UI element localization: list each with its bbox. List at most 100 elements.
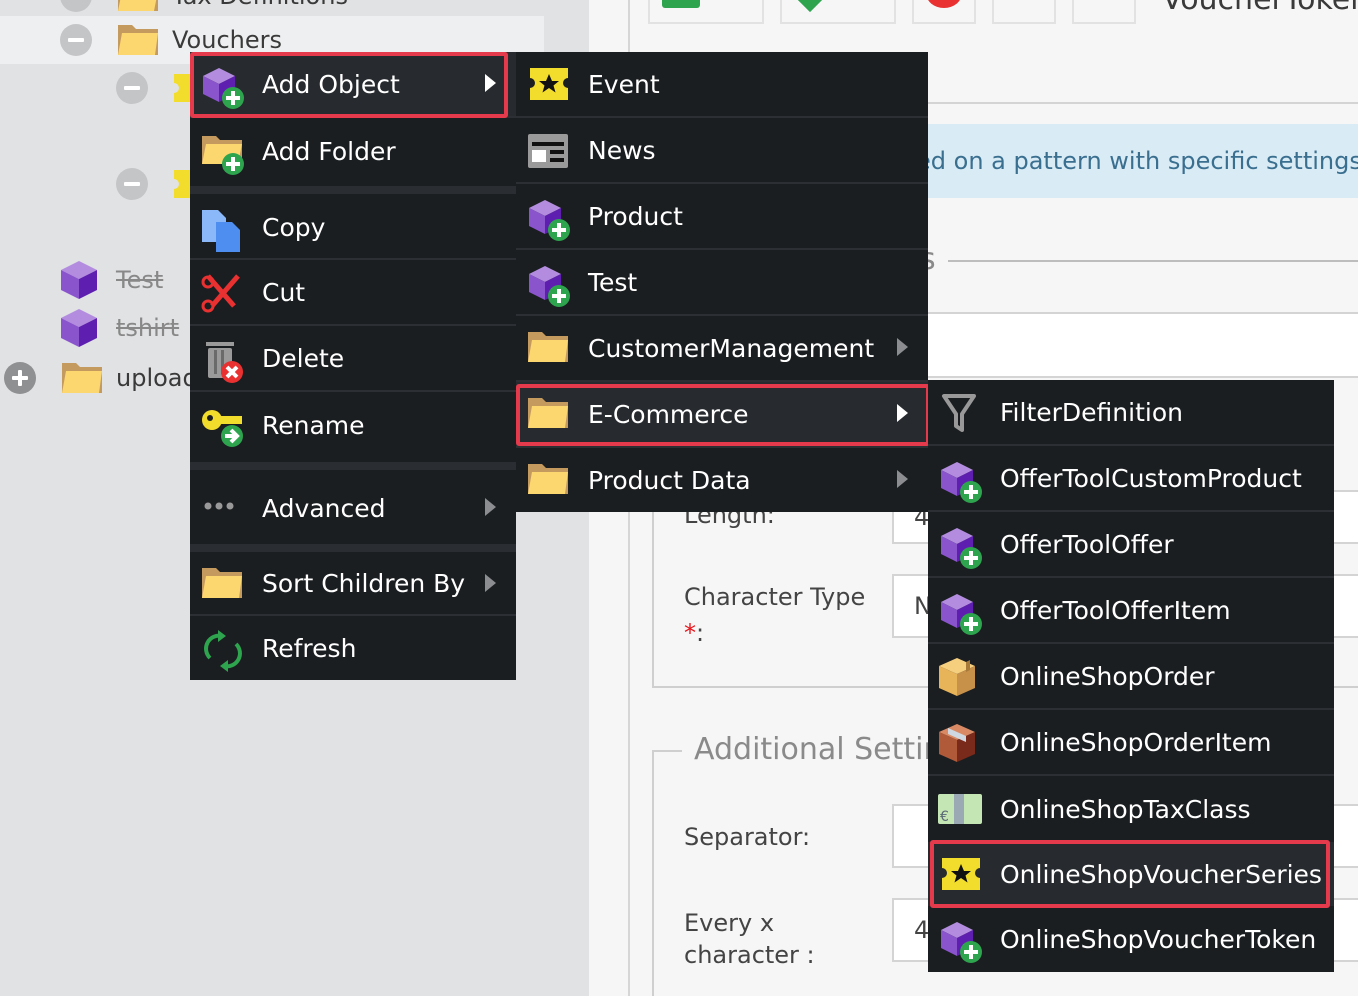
toolbar-save-button[interactable]	[780, 0, 896, 24]
toolbar-delete-button[interactable]	[912, 0, 976, 24]
input-row[interactable]	[892, 312, 1358, 378]
submenu-arrow-icon	[485, 574, 496, 592]
menu-item-label: Add Folder	[262, 136, 396, 166]
menu-item-label: OnlineShopVoucherSeries	[1000, 859, 1322, 889]
check-icon	[795, 0, 825, 13]
collapse-icon[interactable]	[116, 72, 148, 104]
collapse-icon[interactable]	[116, 168, 148, 200]
collapse-icon[interactable]	[60, 24, 92, 56]
menu-item-delete[interactable]: Delete	[190, 326, 516, 392]
submenu-arrow-icon	[897, 338, 908, 356]
fieldset-border	[652, 750, 654, 996]
fieldset-border	[652, 750, 682, 752]
menu-item-online-shop-voucher-series[interactable]: OnlineShopVoucherSeries	[928, 842, 1334, 906]
tree-item-upload[interactable]: upload	[4, 360, 198, 396]
toolbar-button-5[interactable]	[1072, 0, 1136, 24]
menu-item-customer-management[interactable]: CustomerManagement	[516, 316, 928, 382]
menu-item-event[interactable]: Event	[516, 52, 928, 118]
menu-item-rename[interactable]: Rename	[190, 392, 516, 458]
menu-item-label: Advanced	[262, 493, 386, 523]
toolbar-button-4[interactable]	[992, 0, 1056, 24]
add-object-icon	[200, 64, 246, 109]
character-type-label-2: *:	[684, 616, 704, 650]
folder-icon	[60, 361, 104, 395]
package-icon	[938, 656, 984, 700]
add-object-icon	[938, 524, 984, 569]
folder-icon	[526, 460, 572, 504]
panel-title: VoucherToken	[1162, 0, 1358, 17]
character-type-label: Character Type	[684, 583, 866, 611]
news-icon	[526, 130, 572, 174]
submenu-arrow-icon	[897, 470, 908, 488]
separator-label: Separator:	[684, 823, 811, 851]
menu-item-refresh[interactable]: Refresh	[190, 616, 516, 680]
menu-item-product[interactable]: Product	[516, 184, 928, 250]
label-colon: :	[696, 619, 705, 647]
menu-item-add-object[interactable]: Add Object	[190, 52, 516, 118]
menu-item-label: Delete	[262, 343, 345, 373]
menu-item-label: Product Data	[588, 465, 751, 495]
menu-item-label: OnlineShopOrderItem	[1000, 727, 1272, 757]
submenu-arrow-icon	[485, 498, 496, 516]
folder-icon	[526, 328, 572, 372]
add-object-icon	[526, 196, 572, 241]
tree-item-label: Tax Definitions	[172, 0, 348, 10]
menu-item-label: Sort Children By	[262, 568, 466, 598]
menu-item-label: Add Object	[262, 69, 400, 99]
menu-item-label: FilterDefinition	[1000, 397, 1183, 427]
menu-item-label: Test	[588, 267, 638, 297]
menu-item-sort-children[interactable]: Sort Children By	[190, 552, 516, 616]
folder-icon	[200, 564, 246, 608]
menu-separator	[190, 544, 516, 552]
info-banner-text: ed on a pattern with specific settings	[916, 147, 1358, 175]
required-marker: *	[684, 619, 696, 647]
menu-item-filter-definition[interactable]: FilterDefinition	[928, 380, 1334, 446]
submenu-arrow-icon	[485, 74, 496, 92]
menu-item-advanced[interactable]: Advanced	[190, 472, 516, 544]
menu-item-offer-tool-offer[interactable]: OfferToolOffer	[928, 512, 1334, 578]
tree-item-label: upload	[116, 364, 198, 392]
tree-item-tax-definitions[interactable]: Tax Definitions	[60, 0, 348, 14]
menu-item-online-shop-tax-class[interactable]: € OnlineShopTaxClass	[928, 776, 1334, 842]
menu-item-news[interactable]: News	[516, 118, 928, 184]
menu-item-label: News	[588, 135, 656, 165]
voucher-icon	[938, 854, 984, 898]
menu-item-label: Refresh	[262, 633, 357, 663]
expand-icon[interactable]	[4, 362, 36, 394]
add-object-icon	[938, 918, 984, 963]
menu-item-product-data[interactable]: Product Data	[516, 448, 928, 512]
menu-item-offer-tool-custom-product[interactable]: OfferToolCustomProduct	[928, 446, 1334, 512]
menu-item-offer-tool-offer-item[interactable]: OfferToolOfferItem	[928, 578, 1334, 644]
folder-icon	[526, 394, 572, 438]
add-icon	[662, 0, 700, 8]
add-object-icon	[526, 262, 572, 307]
menu-item-label: Copy	[262, 212, 326, 242]
menu-separator	[190, 462, 516, 470]
tree-item-test[interactable]: Test	[60, 261, 163, 299]
menu-item-add-folder[interactable]: Add Folder	[190, 118, 516, 184]
menu-item-e-commerce[interactable]: E-Commerce	[516, 382, 928, 448]
section-divider	[948, 260, 1358, 262]
fieldset-border	[652, 500, 654, 688]
add-object-icon	[938, 590, 984, 635]
menu-item-label: OnlineShopVoucherToken	[1000, 924, 1317, 954]
menu-item-label: Rename	[262, 410, 365, 440]
menu-item-online-shop-order[interactable]: OnlineShopOrder	[928, 644, 1334, 710]
context-menu: Add Object Add Folder Copy Cut Delete Re…	[190, 52, 516, 680]
menu-item-cut[interactable]: Cut	[190, 260, 516, 326]
menu-item-online-shop-order-item[interactable]: OnlineShopOrderItem	[928, 710, 1334, 776]
tree-item-tshirt[interactable]: tshirt	[60, 309, 179, 347]
toolbar-add-button[interactable]	[648, 0, 764, 24]
menu-item-copy[interactable]: Copy	[190, 196, 516, 260]
every-x-label-2: character :	[684, 941, 815, 969]
menu-item-label: OnlineShopOrder	[1000, 661, 1215, 691]
menu-item-label: Cut	[262, 277, 306, 307]
menu-item-online-shop-voucher-token[interactable]: OnlineShopVoucherToken	[928, 906, 1334, 972]
copy-icon	[200, 208, 246, 252]
collapse-icon[interactable]	[60, 0, 92, 12]
folder-icon	[116, 0, 160, 13]
menu-item-test[interactable]: Test	[516, 250, 928, 316]
filter-icon	[938, 392, 984, 436]
rename-icon	[200, 404, 246, 448]
every-x-label: Every x	[684, 909, 775, 937]
